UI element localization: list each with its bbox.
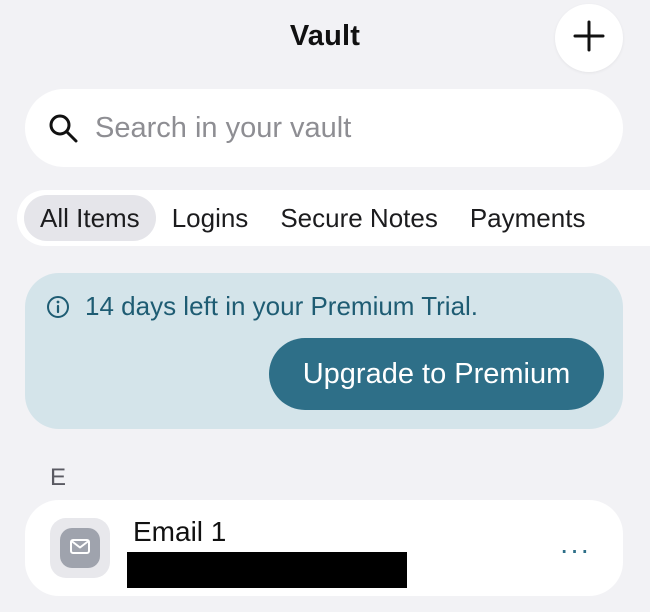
- add-item-button[interactable]: [555, 4, 623, 72]
- page-title: Vault: [289, 20, 361, 52]
- premium-trial-banner: 14 days left in your Premium Trial. Upgr…: [25, 273, 623, 429]
- upgrade-to-premium-button[interactable]: Upgrade to Premium: [269, 338, 604, 410]
- tab-logins[interactable]: Logins: [156, 195, 265, 241]
- tab-all-items[interactable]: All Items: [24, 195, 156, 241]
- item-title: Email 1: [133, 516, 227, 547]
- mail-icon: [69, 535, 91, 562]
- search-icon: [45, 110, 81, 146]
- search-bar[interactable]: [25, 89, 623, 167]
- info-icon: [45, 294, 71, 320]
- vault-item-row[interactable]: Email 1 ···: [25, 500, 623, 596]
- search-input[interactable]: [93, 110, 577, 146]
- trial-message-text: 14 days left in your Premium Trial.: [85, 291, 479, 321]
- item-subtitle-redacted: [127, 552, 407, 588]
- more-horizontal-icon[interactable]: ···: [555, 530, 595, 570]
- trial-message: 14 days left in your Premium Trial.: [45, 291, 478, 322]
- plus-icon: [571, 18, 607, 59]
- filter-tabs: All Items Logins Secure Notes Payments: [17, 190, 650, 246]
- header: Vault: [0, 0, 650, 80]
- section-header: E: [50, 464, 67, 491]
- tab-secure-notes[interactable]: Secure Notes: [264, 195, 454, 241]
- item-icon-container: [50, 518, 110, 578]
- tab-payments[interactable]: Payments: [454, 195, 602, 241]
